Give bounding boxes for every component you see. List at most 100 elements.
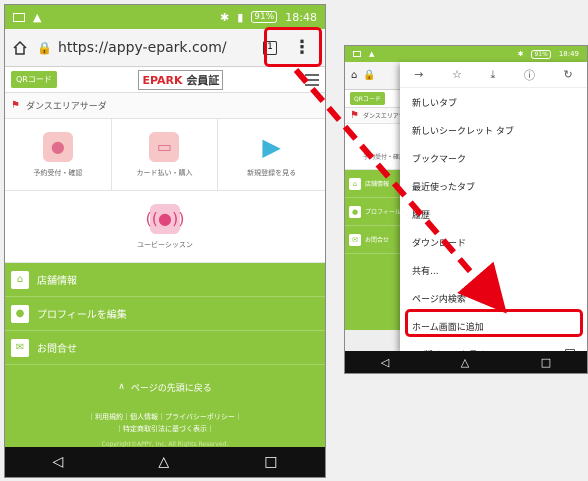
notification-icon xyxy=(353,51,361,57)
back-nav-icon[interactable]: ◁ xyxy=(381,356,389,369)
chrome-overflow-menu: → ☆ ⤓ ⓘ ↻ 新しいタブ 新しいシークレット タブ ブックマーク 最近使っ… xyxy=(400,62,587,361)
store-icon: ⌂ xyxy=(11,270,29,289)
menu-shop-info[interactable]: ⌂ 店舗情報 xyxy=(5,263,325,297)
shop-flag-icon: ⚑ xyxy=(350,110,359,121)
footer-links[interactable]: ｜利用規約｜個人情報｜プライバシーポリシー｜ ｜特定商取引法に基づく表示｜ xyxy=(5,409,325,437)
battery-level: 91% xyxy=(531,49,551,59)
clock: 18:49 xyxy=(558,50,579,58)
user-icon: ● xyxy=(11,304,29,323)
menu-label: 店舗情報 xyxy=(37,276,77,287)
person-icon: ● xyxy=(42,131,73,162)
feature-label: 予約受付・確認 xyxy=(363,154,406,161)
menu-label: プロフィール xyxy=(365,209,401,216)
feature-lesson[interactable]: ((●)) ユービーシッスン xyxy=(5,191,325,263)
browser-content: ⌂ 🔒 QRコード ⚑ ダンスエリアサーダ 予約受付・確認 ⌂ 店舗情報 ● プロフィ… xyxy=(345,62,587,361)
menu-bookmarks[interactable]: ブックマーク xyxy=(400,144,587,172)
menu-find-in-page[interactable]: ページ内検索 xyxy=(400,284,587,312)
menu-item-label: 履歴 xyxy=(412,210,431,221)
add-to-home-highlight xyxy=(405,309,583,337)
notification-icon-2: ▲ xyxy=(33,10,42,24)
logo-suffix: 会員証 xyxy=(186,73,220,87)
menu-contact[interactable]: ✉ お問合せ xyxy=(5,331,325,365)
home-icon: ⌂ xyxy=(351,70,358,81)
menu-item-label: ページ内検索 xyxy=(412,294,466,305)
signal-icon: ▮ xyxy=(237,10,244,24)
android-nav-bar: ◁ △ □ xyxy=(5,447,325,477)
reload-icon[interactable]: ↻ xyxy=(564,68,573,81)
phone-left: ▲ ✱ ▮ 91% 18:48 🔒 https://appy-epark.com/… xyxy=(4,4,326,478)
site-logo: EPARK 会員証 xyxy=(138,69,224,90)
mail-icon: ✉ xyxy=(11,338,29,357)
mail-icon: ✉ xyxy=(349,233,361,246)
shop-flag-icon: ⚑ xyxy=(11,100,20,111)
download-icon[interactable]: ⤓ xyxy=(491,68,496,82)
user-icon: ● xyxy=(349,205,361,218)
menu-share[interactable]: 共有... xyxy=(400,256,587,284)
lock-icon: 🔒 xyxy=(37,40,52,55)
home-nav-icon[interactable]: △ xyxy=(158,454,169,470)
bluetooth-icon: ✱ xyxy=(220,10,230,24)
menu-history[interactable]: 履歴 xyxy=(400,200,587,228)
feature-reservation[interactable]: ● 予約受付・確認 xyxy=(5,119,112,190)
play-icon: ▶ xyxy=(262,132,281,161)
feature-label: ユービーシッスン xyxy=(137,240,193,249)
menu-downloads[interactable]: ダウンロード xyxy=(400,228,587,256)
feature-grid: ● 予約受付・確認 ▭ カード払い・購入 ▶ 新規登録を見る xyxy=(5,119,325,191)
menu-recent-tabs[interactable]: 最近使ったタブ xyxy=(400,172,587,200)
menu-item-label: 新しいシークレット タブ xyxy=(412,126,514,137)
menu-item-label: 最近使ったタブ xyxy=(412,182,476,193)
battery-level: 91% xyxy=(251,11,278,23)
clock: 18:48 xyxy=(285,10,317,24)
home-nav-icon[interactable]: △ xyxy=(461,356,469,369)
feature-video[interactable]: ▶ 新規登録を見る xyxy=(218,119,325,190)
feature-label: カード払い・購入 xyxy=(136,168,193,177)
hamburger-menu-icon[interactable] xyxy=(305,73,319,86)
feature-label: 新規登録を見る xyxy=(247,168,297,177)
breadcrumb-label: ダンスエリアサーダ xyxy=(25,102,107,112)
recents-nav-icon[interactable]: □ xyxy=(264,454,277,470)
card-icon: ▭ xyxy=(149,131,180,162)
chevron-up-icon: ∧ xyxy=(118,382,125,392)
star-icon[interactable]: ☆ xyxy=(452,68,462,81)
feature-label: 予約受付・確認 xyxy=(33,168,83,177)
notification-icon xyxy=(13,12,25,22)
menu-new-tab[interactable]: 新しいタブ xyxy=(400,88,587,116)
menu-label: お問合せ xyxy=(365,237,390,244)
footer-links-line2[interactable]: ｜特定商取引法に基づく表示｜ xyxy=(5,423,325,435)
url-field[interactable]: 🔒 https://appy-epark.com/ xyxy=(37,40,253,56)
footer-links-line1[interactable]: ｜利用規約｜個人情報｜プライバシーポリシー｜ xyxy=(5,411,325,423)
android-nav-bar: ◁ △ □ xyxy=(345,351,587,373)
qr-code-button: QRコード xyxy=(350,92,385,105)
notification-icon-2: ▲ xyxy=(369,50,375,58)
back-to-top-link[interactable]: ∧ ページの先頭に戻る xyxy=(5,365,325,409)
overflow-menu-highlight xyxy=(264,27,322,67)
menu-new-incognito-tab[interactable]: 新しいシークレット タブ xyxy=(400,116,587,144)
qr-code-button[interactable]: QRコード xyxy=(11,71,57,88)
back-nav-icon[interactable]: ◁ xyxy=(53,454,64,470)
home-icon[interactable] xyxy=(13,40,27,55)
menu-item-label: 共有... xyxy=(412,266,439,277)
lock-icon: 🔒 xyxy=(363,70,376,81)
menu-toolbar: → ☆ ⤓ ⓘ ↻ xyxy=(400,62,587,88)
back-to-top-label: ページの先頭に戻る xyxy=(130,383,212,394)
store-icon: ⌂ xyxy=(349,177,361,190)
menu-label: プロフィールを編集 xyxy=(37,310,127,321)
status-bar: ▲ ✱ 91% 18:49 xyxy=(345,46,587,62)
menu-item-label: ブックマーク xyxy=(412,154,467,165)
forward-icon[interactable]: → xyxy=(414,68,423,81)
logo-brand: EPARK xyxy=(142,73,183,87)
breadcrumb: ⚑ ダンスエリアサーダ xyxy=(5,93,325,119)
phone-person-icon: ((●)) xyxy=(146,203,184,234)
menu-profile-edit[interactable]: ● プロフィールを編集 xyxy=(5,297,325,331)
menu-label: 店舗情報 xyxy=(365,181,390,188)
bluetooth-icon: ✱ xyxy=(517,50,524,58)
info-icon[interactable]: ⓘ xyxy=(524,67,535,83)
menu-item-label: ダウンロード xyxy=(412,238,467,249)
green-menu: ⌂ 店舗情報 ● プロフィールを編集 ✉ お問合せ ∧ ページの先頭に戻る ｜利… xyxy=(5,263,325,454)
feature-card[interactable]: ▭ カード払い・購入 xyxy=(112,119,219,190)
site-header: QRコード EPARK 会員証 xyxy=(5,67,325,93)
url-text: https://appy-epark.com/ xyxy=(57,39,227,56)
menu-item-label: 新しいタブ xyxy=(412,98,458,109)
recents-nav-icon[interactable]: □ xyxy=(541,356,551,369)
status-bar: ▲ ✱ ▮ 91% 18:48 xyxy=(5,5,325,29)
